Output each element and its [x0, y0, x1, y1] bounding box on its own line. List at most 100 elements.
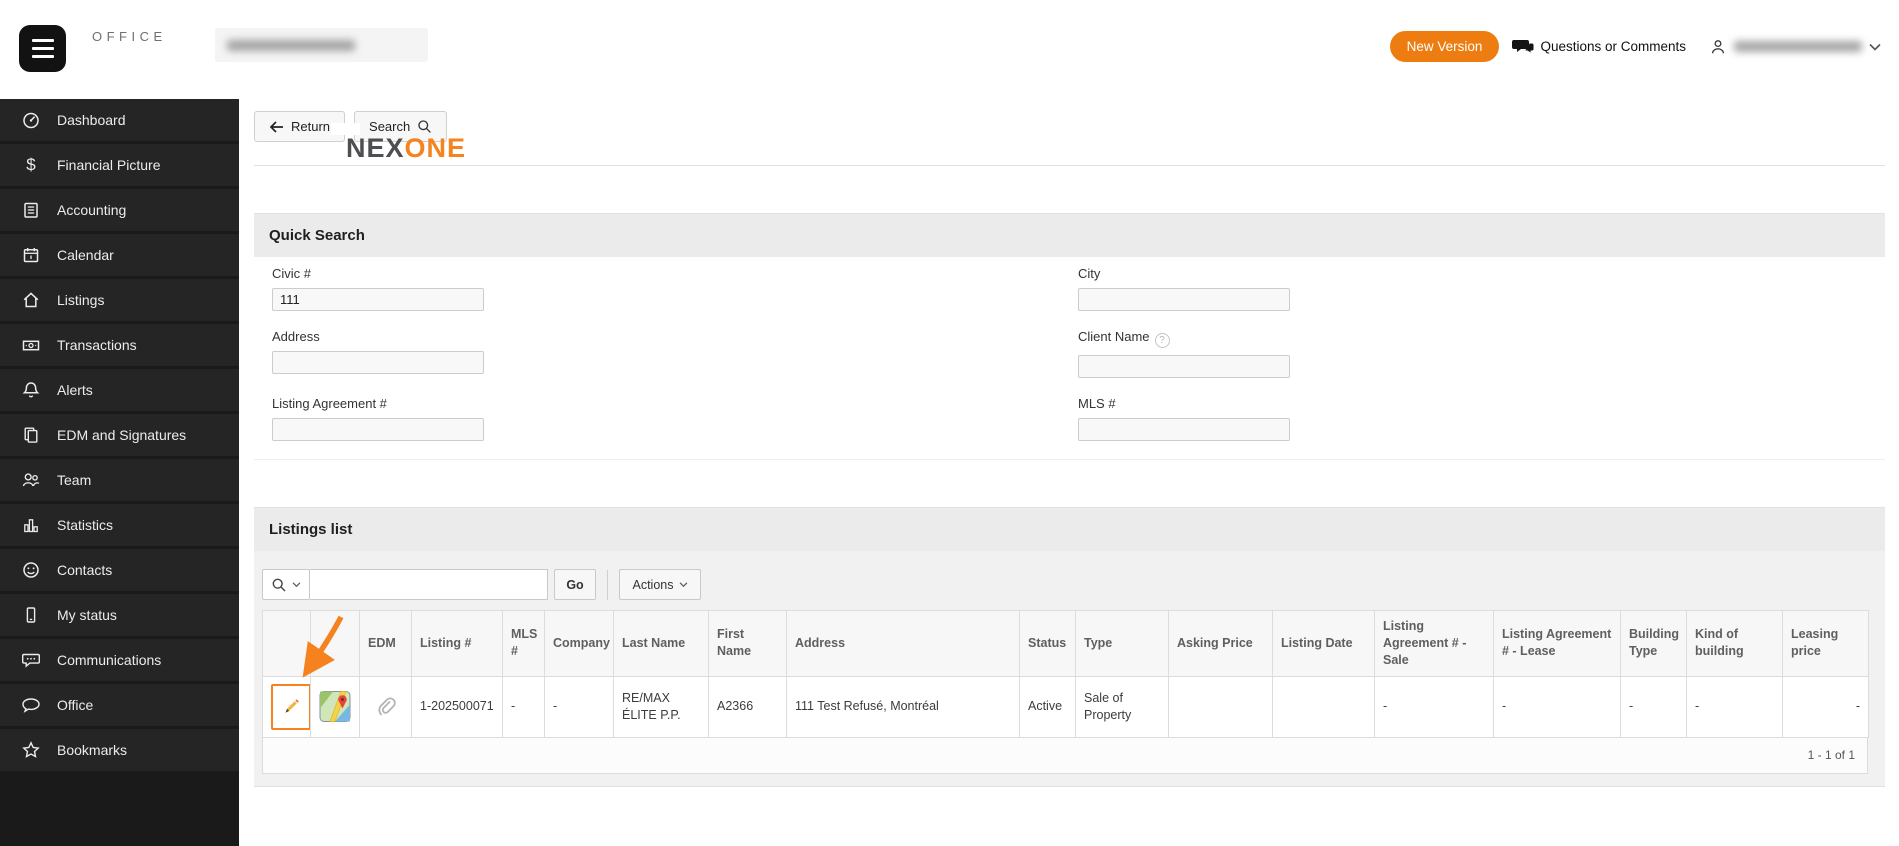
pencil-icon	[285, 698, 299, 713]
col-status[interactable]: Status	[1019, 610, 1076, 677]
chevron-down-icon	[1869, 43, 1881, 51]
calendar-icon	[23, 248, 39, 263]
return-label: Return	[291, 119, 331, 134]
bar-chart-icon	[24, 519, 38, 533]
cell-listing-no: 1-202500071	[411, 675, 503, 738]
sidebar-item-statistics[interactable]: Statistics	[0, 504, 239, 546]
quick-search-title: Quick Search	[254, 213, 1885, 257]
sidebar-item-alerts[interactable]: Alerts	[0, 369, 239, 411]
sidebar-item-my-status[interactable]: My status	[0, 594, 239, 636]
edit-listing-button[interactable]	[271, 683, 311, 730]
sidebar-item-communications[interactable]: Communications	[0, 639, 239, 681]
sidebar-item-label: Team	[57, 472, 92, 488]
sidebar-item-accounting[interactable]: Accounting	[0, 189, 239, 231]
map-button[interactable]	[319, 690, 351, 723]
cell-mls: -	[502, 675, 545, 738]
star-icon	[22, 741, 40, 758]
map-icon	[319, 691, 351, 723]
app-logo: NEXONE OFFICE	[92, 24, 465, 162]
hamburger-menu-button[interactable]	[19, 25, 66, 72]
sidebar-item-label: EDM and Signatures	[57, 427, 187, 443]
search-column-dropdown[interactable]	[262, 569, 310, 600]
sidebar-item-label: Office	[57, 697, 94, 713]
city-input[interactable]	[1078, 288, 1290, 311]
col-la-sale[interactable]: Listing Agreement # - Sale	[1374, 610, 1494, 677]
sidebar-item-label: Dashboard	[57, 112, 126, 128]
col-type[interactable]: Type	[1075, 610, 1169, 677]
sidebar-item-label: Listings	[57, 292, 105, 308]
redacted-text	[227, 39, 355, 51]
col-building-type[interactable]: Building Type	[1620, 610, 1687, 677]
chevron-down-icon	[679, 581, 687, 587]
mls-input[interactable]	[1078, 418, 1290, 441]
logo-nex: NEX	[346, 133, 405, 163]
quick-search-form: Civic # City Address Client Name? Listin…	[254, 257, 1885, 460]
sidebar-item-team[interactable]: Team	[0, 459, 239, 501]
field-client-name: Client Name?	[1078, 329, 1290, 378]
sidebar-item-label: Accounting	[57, 202, 127, 218]
chat-dots-icon	[22, 653, 40, 668]
sidebar-item-edm-and-signatures[interactable]: EDM and Signatures	[0, 414, 239, 456]
col-address[interactable]: Address	[786, 610, 1020, 677]
cell-status: Active	[1019, 675, 1076, 738]
col-last-name[interactable]: Last Name	[613, 610, 709, 677]
logo-one: ONE	[404, 133, 467, 163]
home-icon	[23, 292, 39, 308]
listing-agreement-input[interactable]	[272, 418, 484, 441]
mls-label: MLS #	[1078, 396, 1116, 411]
cell-la-sale: -	[1374, 675, 1494, 738]
speech-bubble-icon	[22, 698, 40, 713]
field-listing-agreement: Listing Agreement #	[272, 396, 484, 441]
col-mls[interactable]: MLS #	[502, 610, 545, 677]
chat-bubbles-icon	[1512, 39, 1535, 54]
col-listing-no[interactable]: Listing #	[411, 610, 503, 677]
sidebar-item-office[interactable]: Office	[0, 684, 239, 726]
sidebar-item-listings[interactable]: Listings	[0, 279, 239, 321]
sidebar-nav: Dashboard $ Financial Picture Accounting…	[0, 99, 239, 846]
sidebar-item-bookmarks[interactable]: Bookmarks	[0, 729, 239, 771]
new-version-button[interactable]: New Version	[1389, 31, 1500, 62]
sidebar-item-label: Communications	[57, 652, 162, 668]
col-leasing-price[interactable]: Leasing price	[1782, 610, 1869, 677]
left-arrow-icon	[269, 120, 283, 133]
sidebar-item-label: Alerts	[57, 382, 93, 398]
search-icon	[418, 120, 432, 133]
col-kind-of-building[interactable]: Kind of building	[1686, 610, 1783, 677]
agency-selector-field[interactable]	[215, 28, 428, 62]
cell-first-name: A2366	[708, 675, 787, 738]
sidebar-item-financial-picture[interactable]: $ Financial Picture	[0, 144, 239, 186]
help-icon[interactable]: ?	[1154, 333, 1170, 348]
sidebar-item-label: Financial Picture	[57, 157, 161, 173]
col-company[interactable]: Company	[544, 610, 614, 677]
city-label: City	[1078, 266, 1101, 281]
col-la-lease[interactable]: Listing Agreement # - Lease	[1493, 610, 1621, 677]
col-listing-date[interactable]: Listing Date	[1272, 610, 1375, 677]
col-asking-price[interactable]: Asking Price	[1168, 610, 1273, 677]
address-input[interactable]	[272, 351, 484, 374]
sidebar-item-label: Contacts	[57, 562, 113, 578]
civic-label: Civic #	[272, 266, 312, 281]
civic-input[interactable]	[272, 288, 484, 311]
col-edm[interactable]: EDM	[359, 610, 412, 677]
table-header-row: EDM Listing # MLS # Company Last Name Fi…	[262, 610, 1869, 677]
edm-attachment-button[interactable]	[368, 696, 403, 718]
sidebar-item-calendar[interactable]: Calendar	[0, 234, 239, 276]
cell-leasing-price: -	[1782, 675, 1869, 738]
col-first-name[interactable]: First Name	[708, 610, 787, 677]
client-name-input[interactable]	[1078, 355, 1290, 378]
cell-listing-date	[1272, 675, 1375, 738]
page: NEXONE OFFICE New Version Questions or C…	[0, 0, 1899, 846]
people-icon	[22, 473, 40, 487]
cell-kind-of-building: -	[1686, 675, 1783, 738]
sidebar-item-contacts[interactable]: Contacts	[0, 549, 239, 591]
listings-search-input[interactable]	[310, 569, 548, 600]
sidebar-item-dashboard[interactable]: Dashboard	[0, 99, 239, 141]
user-account-menu[interactable]	[1709, 38, 1881, 56]
logo-office: OFFICE	[92, 29, 167, 44]
table-row: 1-202500071 - - RE/MAX ÉLITE P.P. A2366 …	[262, 675, 1869, 738]
actions-menu-button[interactable]: Actions	[619, 569, 701, 600]
sidebar-item-transactions[interactable]: Transactions	[0, 324, 239, 366]
sidebar-item-label: Calendar	[57, 247, 114, 263]
go-button[interactable]: Go	[554, 569, 596, 600]
questions-or-comments-link[interactable]: Questions or Comments	[1512, 37, 1686, 57]
